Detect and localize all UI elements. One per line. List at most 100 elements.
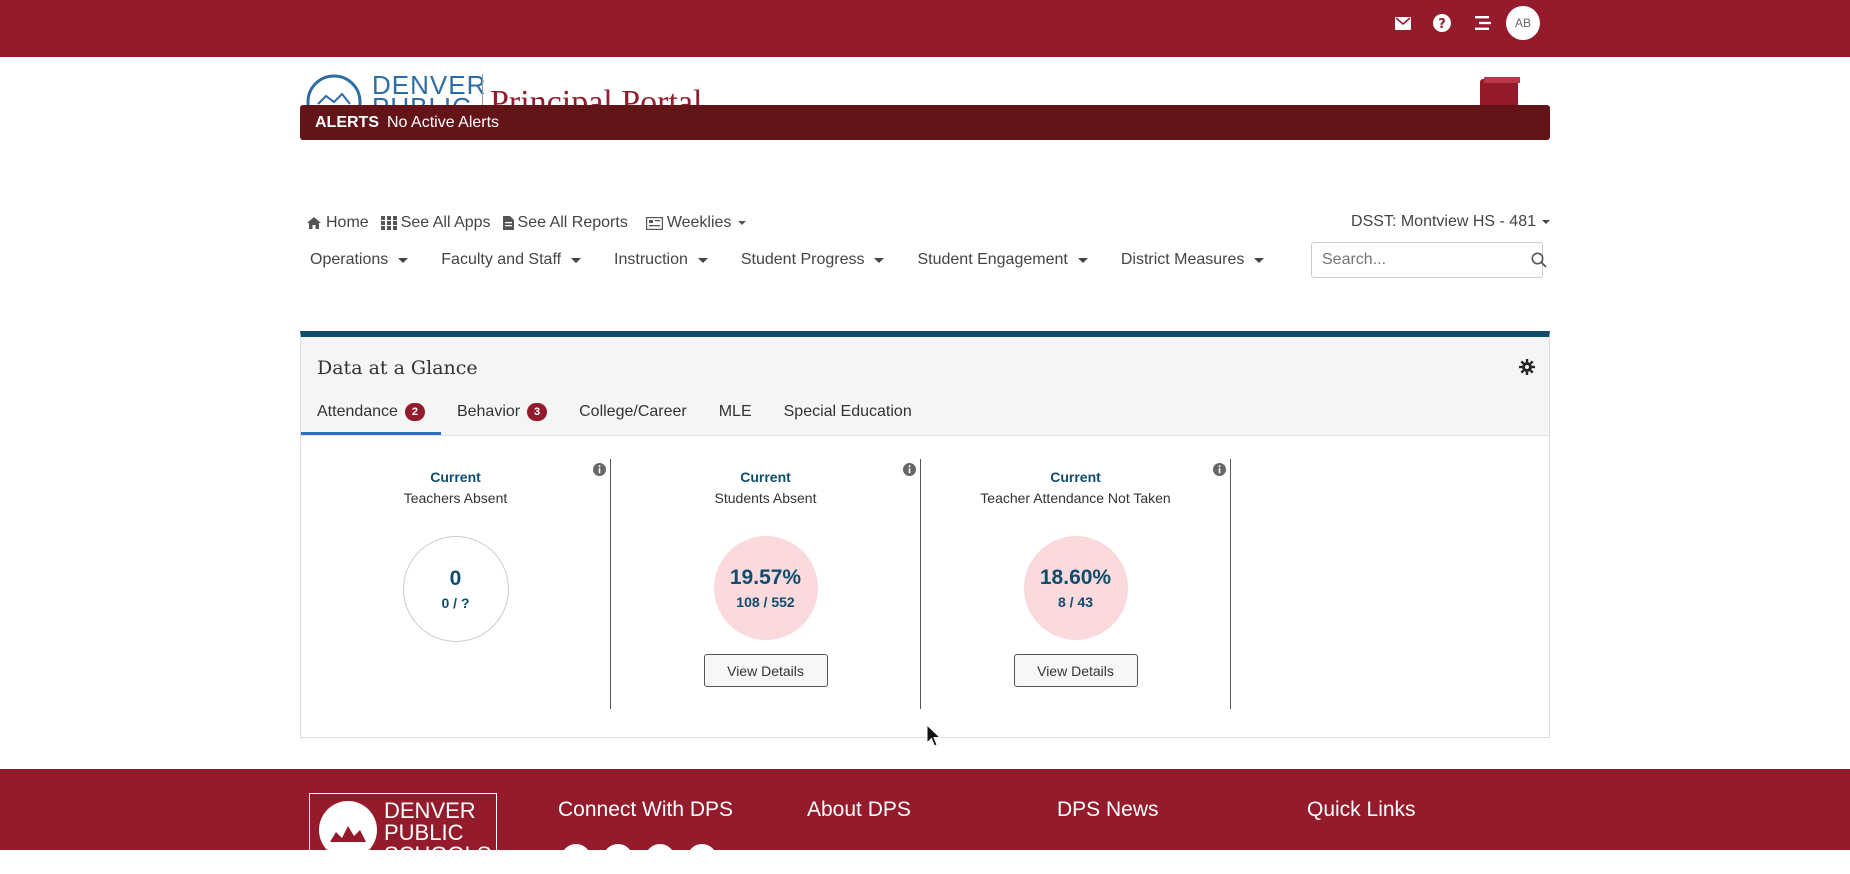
panel-tabs: Attendance 2 Behavior 3 College/Career MLE… bbox=[301, 392, 928, 435]
list-icon[interactable] bbox=[1471, 11, 1495, 35]
footer-heading-about: About DPS bbox=[807, 798, 911, 821]
nav-label: Operations bbox=[310, 251, 389, 268]
logo-text: DENVER PUBLIC bbox=[372, 70, 487, 106]
search-icon[interactable] bbox=[1531, 252, 1547, 268]
metric-card-teacher-attendance-not-taken: Current Teacher Attendance Not Taken 18.… bbox=[921, 459, 1231, 709]
metric-circle: 19.57% 108 / 552 bbox=[713, 536, 818, 640]
footer-heading-news: DPS News bbox=[1057, 798, 1159, 821]
see-all-apps-link[interactable]: See All Apps bbox=[380, 214, 491, 232]
home-link[interactable]: Home bbox=[306, 214, 369, 232]
nav-label: Instruction bbox=[614, 251, 688, 268]
panel-header: Data at a Glance Attendance 2 Behavior 3 C… bbox=[301, 337, 1549, 436]
question-icon[interactable]: ? bbox=[1430, 11, 1454, 35]
metric-circle: 18.60% 8 / 43 bbox=[1023, 536, 1128, 640]
card-heading: Current bbox=[1050, 469, 1101, 485]
grid-icon bbox=[380, 216, 397, 230]
tab-label: Special Education bbox=[783, 403, 912, 420]
tab-special-education[interactable]: Special Education bbox=[768, 392, 928, 432]
avatar[interactable]: AB bbox=[1506, 6, 1540, 40]
search-input[interactable] bbox=[1312, 250, 1531, 270]
metric-value: 18.60% bbox=[1039, 566, 1112, 589]
envelope-icon[interactable] bbox=[1391, 11, 1415, 35]
see-all-apps-label: See All Apps bbox=[400, 214, 491, 231]
chevron-down-icon bbox=[1542, 220, 1550, 224]
nav-instruction[interactable]: Instruction bbox=[604, 248, 718, 272]
metric-fraction: 0 / ? bbox=[441, 595, 470, 611]
view-details-button[interactable]: View Details bbox=[703, 654, 828, 687]
alerts-bar: ALERTS No Active Alerts bbox=[300, 105, 1550, 140]
tab-mle[interactable]: MLE bbox=[703, 392, 768, 432]
info-icon[interactable] bbox=[903, 463, 916, 481]
see-all-reports-link[interactable]: See All Reports bbox=[502, 214, 628, 232]
nav-student-progress[interactable]: Student Progress bbox=[731, 248, 895, 272]
tab-attendance[interactable]: Attendance 2 bbox=[301, 392, 441, 435]
alerts-text: No Active Alerts bbox=[387, 113, 500, 131]
metric-value: 19.57% bbox=[729, 566, 802, 589]
card-subheading: Teachers Absent bbox=[403, 490, 508, 506]
tab-label: MLE bbox=[718, 403, 752, 420]
tab-college-career[interactable]: College/Career bbox=[563, 392, 703, 432]
tab-behavior[interactable]: Behavior 3 bbox=[441, 392, 563, 432]
social-icon[interactable] bbox=[645, 844, 675, 874]
tab-label: College/Career bbox=[579, 403, 687, 420]
sub-nav: Home See All Apps See All Reports Weekli… bbox=[306, 212, 758, 234]
dps-emblem-icon bbox=[306, 74, 362, 106]
svg-text:?: ? bbox=[1438, 17, 1446, 32]
main-nav: Operations Faculty and Staff Instruction… bbox=[300, 248, 1287, 272]
top-bar: ? AB bbox=[0, 0, 1850, 57]
info-icon[interactable] bbox=[593, 463, 606, 481]
portal-title: Principal Portal bbox=[490, 84, 703, 106]
nav-label: District Measures bbox=[1120, 251, 1245, 268]
see-all-reports-label: See All Reports bbox=[517, 214, 628, 231]
metric-fraction: 8 / 43 bbox=[1057, 594, 1094, 610]
social-icon[interactable] bbox=[561, 844, 591, 874]
school-label: DSST: Montview HS - 481 bbox=[1351, 213, 1536, 230]
panel-title: Data at a Glance bbox=[317, 357, 478, 379]
metric-value: 0 bbox=[449, 567, 462, 590]
chevron-down-icon bbox=[398, 257, 409, 263]
nav-label: Student Progress bbox=[740, 251, 865, 268]
footer-logo[interactable]: DENVER PUBLIC SCHOOLS bbox=[309, 793, 497, 855]
school-selector[interactable]: DSST: Montview HS - 481 bbox=[1351, 213, 1550, 231]
social-icon[interactable] bbox=[687, 844, 717, 874]
card-subheading: Teacher Attendance Not Taken bbox=[980, 490, 1171, 506]
dps-emblem-icon bbox=[319, 801, 377, 854]
footer-heading-quick-links: Quick Links bbox=[1307, 798, 1416, 821]
nav-faculty-and-staff[interactable]: Faculty and Staff bbox=[431, 248, 591, 272]
count-badge: 2 bbox=[404, 403, 425, 421]
metric-card-students-absent: Current Students Absent 19.57% 108 / 552… bbox=[611, 459, 921, 709]
card-heading: Current bbox=[430, 469, 481, 485]
weeklies-dropdown[interactable]: Weeklies bbox=[645, 214, 747, 232]
search-box bbox=[1311, 242, 1547, 278]
chevron-down-icon bbox=[571, 257, 582, 263]
dps-logo[interactable]: DENVER PUBLIC Principal Portal bbox=[302, 64, 762, 106]
book-icon[interactable] bbox=[1478, 77, 1522, 107]
gear-icon[interactable] bbox=[1519, 359, 1535, 380]
nav-label: Faculty and Staff bbox=[441, 251, 562, 268]
metric-cards: Current Teachers Absent 0 0 / ? Current … bbox=[301, 459, 1231, 709]
mouse-cursor-icon bbox=[926, 724, 942, 747]
chevron-down-icon bbox=[874, 257, 885, 263]
chevron-down-icon bbox=[1254, 257, 1265, 263]
social-icon[interactable] bbox=[603, 844, 633, 874]
document-icon bbox=[502, 216, 514, 230]
data-at-a-glance-panel: Data at a Glance Attendance 2 Behavior 3 C… bbox=[300, 331, 1550, 738]
nav-label: Student Engagement bbox=[917, 251, 1068, 268]
footer-logo-text: DENVER PUBLIC SCHOOLS bbox=[384, 798, 492, 855]
count-badge: 3 bbox=[527, 403, 548, 421]
nav-district-measures[interactable]: District Measures bbox=[1111, 248, 1275, 272]
footer: DENVER PUBLIC SCHOOLS Connect With DPS A… bbox=[0, 769, 1850, 874]
nav-student-engagement[interactable]: Student Engagement bbox=[907, 248, 1097, 272]
metric-card-teachers-absent: Current Teachers Absent 0 0 / ? bbox=[301, 459, 611, 709]
newspaper-icon bbox=[645, 216, 663, 230]
card-heading: Current bbox=[740, 469, 791, 485]
metric-fraction: 108 / 552 bbox=[736, 594, 795, 610]
tab-label: Attendance bbox=[317, 403, 398, 420]
info-icon[interactable] bbox=[1213, 463, 1226, 481]
card-subheading: Students Absent bbox=[714, 490, 817, 506]
chevron-down-icon bbox=[697, 257, 708, 263]
chevron-down-icon bbox=[738, 221, 747, 225]
nav-operations[interactable]: Operations bbox=[300, 248, 418, 272]
view-details-button[interactable]: View Details bbox=[1013, 654, 1138, 687]
home-icon bbox=[307, 217, 321, 229]
